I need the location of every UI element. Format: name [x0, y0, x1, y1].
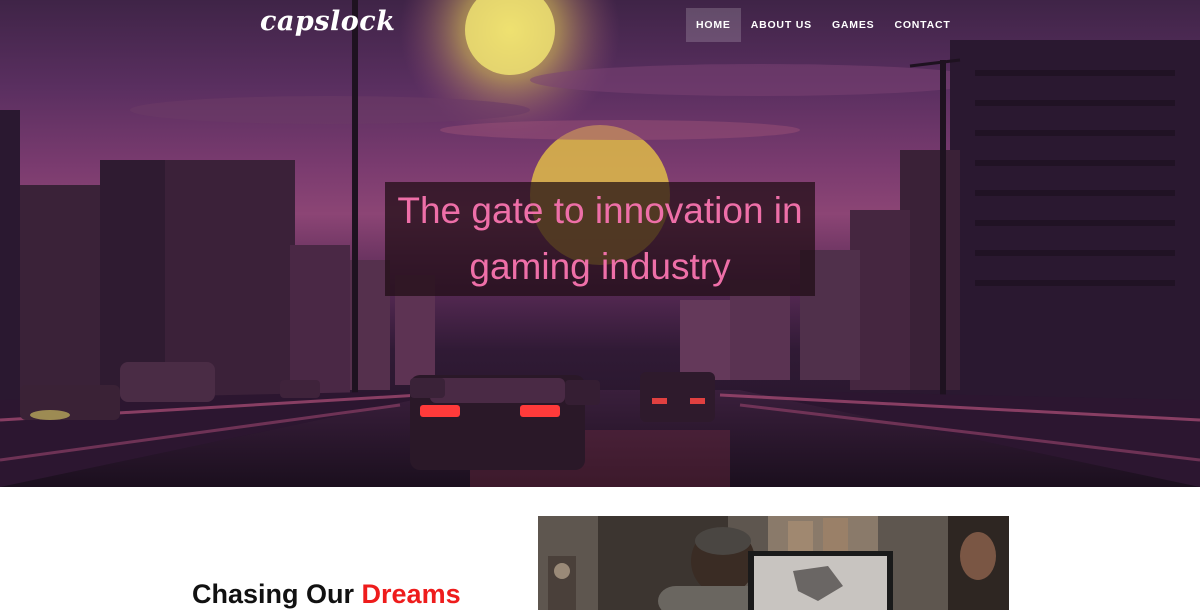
nav-games-link[interactable]: GAMES — [822, 8, 885, 42]
nav-about-us-link[interactable]: ABOUT US — [741, 8, 822, 42]
developer-workstation-image — [538, 516, 1009, 610]
hero-headline-line-1: The gate to innovation in — [397, 190, 803, 231]
nav-contact-link[interactable]: CONTACT — [884, 8, 960, 42]
about-heading-accent: Dreams — [361, 579, 461, 609]
about-heading: Chasing Our Dreams — [192, 579, 461, 610]
brand-logo[interactable]: capslock — [260, 6, 395, 37]
hero-section: capslock HOME ABOUT US GAMES CONTACT The… — [0, 0, 1200, 487]
about-heading-prefix: Chasing Our — [192, 579, 355, 609]
hero-headline-line-2: gaming industry — [469, 246, 731, 287]
main-nav: HOME ABOUT US GAMES CONTACT — [686, 8, 961, 42]
nav-home-link[interactable]: HOME — [686, 8, 741, 42]
about-section: Chasing Our Dreams — [0, 487, 1200, 610]
top-navbar: capslock HOME ABOUT US GAMES CONTACT — [0, 0, 1200, 48]
hero-headline-box: The gate to innovation in gaming industr… — [385, 182, 815, 296]
